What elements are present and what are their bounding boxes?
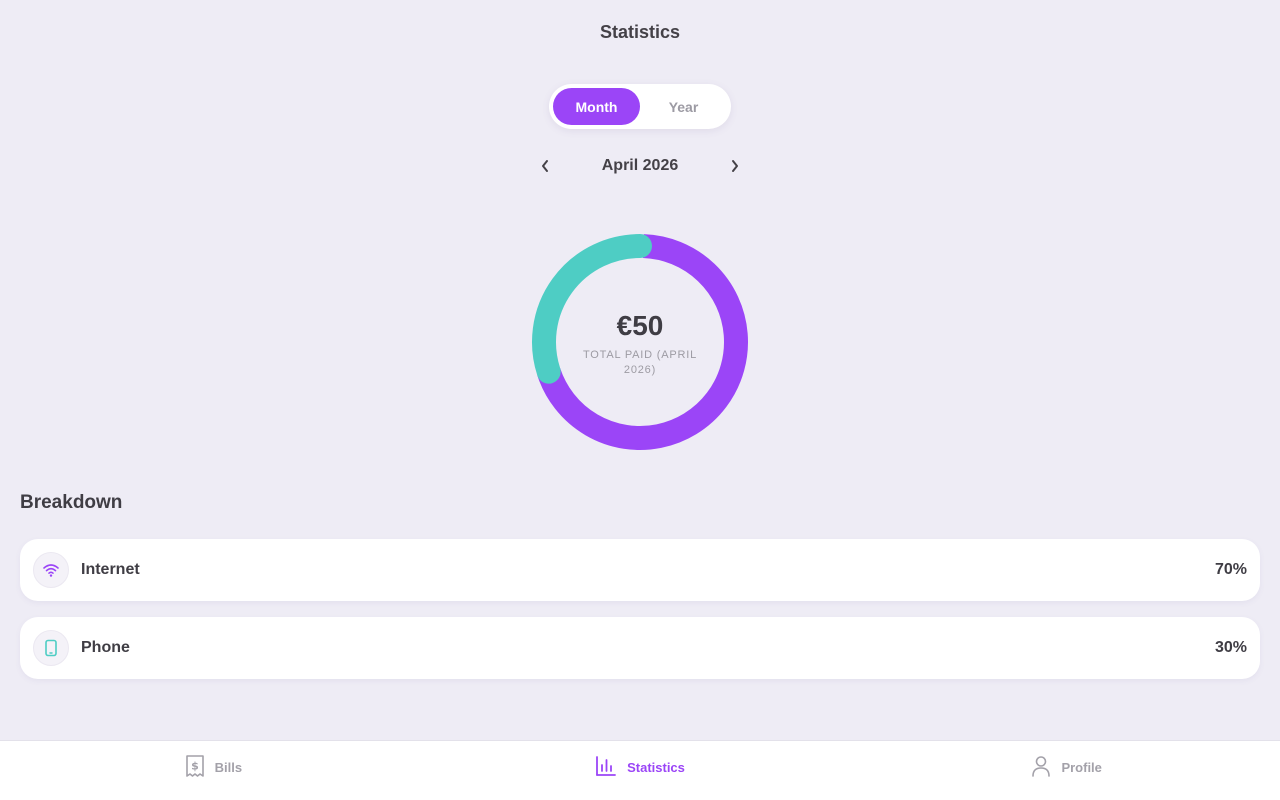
tab-label: Bills: [214, 760, 243, 775]
toggle-month-button[interactable]: Month: [553, 88, 640, 125]
person-icon: [1031, 755, 1051, 780]
phone-icon: [33, 630, 69, 666]
breakdown-item-name: Internet: [81, 561, 140, 578]
chevron-right-icon[interactable]: [720, 154, 750, 178]
bar-chart-icon: [595, 755, 617, 780]
donut-center: €50 TOTAL PAID (APRIL 2026): [527, 229, 753, 455]
breakdown-item-name: Phone: [81, 639, 130, 656]
tab-bills[interactable]: $ Bills: [0, 741, 427, 800]
breakdown-item-percent: 70%: [1214, 561, 1247, 578]
breakdown-item-internet[interactable]: Internet 70%: [20, 539, 1260, 601]
total-amount: €50: [616, 310, 664, 341]
svg-text:$: $: [191, 760, 199, 773]
bottom-tab-bar: $ Bills Statistics Profile: [0, 740, 1280, 800]
tab-statistics[interactable]: Statistics: [427, 741, 854, 800]
breakdown-title: Breakdown: [20, 492, 123, 513]
total-caption: TOTAL PAID (APRIL 2026): [582, 349, 698, 376]
donut-chart: €50 TOTAL PAID (APRIL 2026): [527, 229, 753, 455]
period-toggle: Month Year: [549, 84, 731, 129]
tab-profile[interactable]: Profile: [853, 741, 1280, 800]
tab-label: Profile: [1061, 760, 1102, 775]
chevron-left-icon[interactable]: [530, 154, 560, 178]
breakdown-item-phone[interactable]: Phone 30%: [20, 617, 1260, 679]
toggle-year-button[interactable]: Year: [640, 88, 727, 125]
period-navigator: April 2026: [530, 154, 750, 178]
breakdown-item-percent: 30%: [1214, 639, 1247, 656]
bill-icon: $: [185, 754, 205, 781]
tab-label: Statistics: [627, 760, 685, 775]
period-label: April 2026: [601, 157, 679, 174]
wifi-icon: [33, 552, 69, 588]
page-title: Statistics: [599, 22, 681, 42]
